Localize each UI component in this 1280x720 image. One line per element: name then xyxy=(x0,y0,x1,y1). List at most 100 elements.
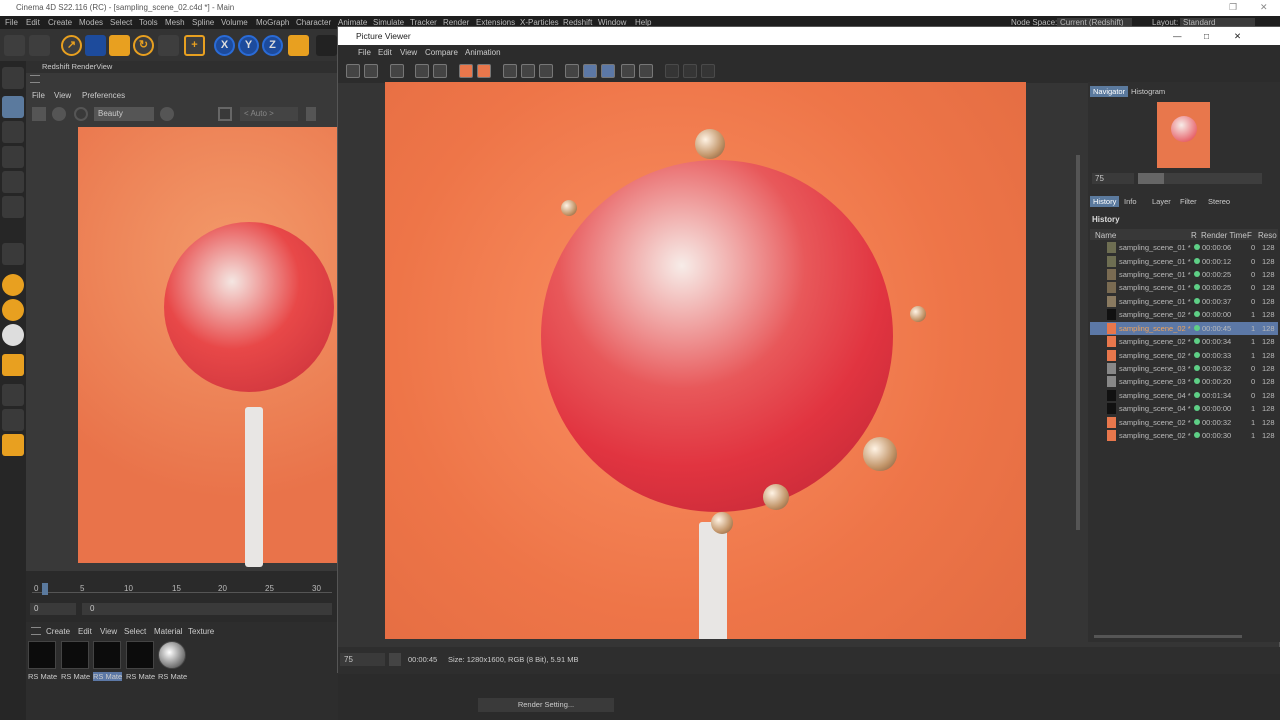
material-swatch[interactable] xyxy=(28,641,56,669)
mesh-mode-icon[interactable] xyxy=(2,96,24,118)
layers-icon[interactable] xyxy=(2,409,24,431)
history-row[interactable]: sampling_scene_02 * 00:00:30 1 128 xyxy=(1090,429,1278,442)
compare-icon[interactable] xyxy=(521,64,535,78)
navigator-zoom-field[interactable]: 75 xyxy=(1092,173,1134,184)
rotate-tool-icon[interactable]: ↻ xyxy=(133,35,154,56)
pv-zoom-dropdown[interactable] xyxy=(389,653,401,666)
pv-close-icon[interactable]: ✕ xyxy=(1234,27,1241,45)
menu-spline[interactable]: Spline xyxy=(192,18,214,27)
menu-mesh[interactable]: Mesh xyxy=(165,18,185,27)
pv-menu-edit[interactable]: Edit xyxy=(378,48,392,57)
user-icon[interactable] xyxy=(433,64,447,78)
history-scrollbar[interactable] xyxy=(1094,635,1242,638)
ab-icon[interactable] xyxy=(565,64,579,78)
menu-select[interactable]: Select xyxy=(110,18,132,27)
rs-refresh-icon[interactable] xyxy=(74,107,88,121)
render-view-icon[interactable] xyxy=(316,35,337,56)
workplane-icon[interactable] xyxy=(2,354,24,376)
mat-menu-material[interactable]: Material xyxy=(154,627,182,636)
timeline-ruler[interactable] xyxy=(32,579,332,593)
history-row[interactable]: sampling_scene_01 * 00:00:37 0 128 xyxy=(1090,295,1278,308)
material-swatch[interactable] xyxy=(61,641,89,669)
a-marker-icon[interactable] xyxy=(621,64,635,78)
snap-s1-icon[interactable] xyxy=(2,274,24,296)
undo-icon[interactable] xyxy=(4,35,25,56)
sculpt-icon[interactable] xyxy=(2,434,24,456)
rs-play-icon[interactable] xyxy=(52,107,66,121)
rs-crop-icon[interactable] xyxy=(218,107,232,121)
menu-tools[interactable]: Tools xyxy=(139,18,158,27)
menu-file[interactable]: File xyxy=(5,18,18,27)
edges-mode-icon[interactable] xyxy=(2,171,24,193)
history-row[interactable]: sampling_scene_04 * 00:00:00 1 128 xyxy=(1090,402,1278,415)
auto-select[interactable]: < Auto > xyxy=(240,107,298,121)
mat-menu-select[interactable]: Select xyxy=(124,627,146,636)
redo-icon[interactable] xyxy=(29,35,50,56)
mat-menu-edit[interactable]: Edit xyxy=(78,627,92,636)
mat-menu-create[interactable]: Create xyxy=(46,627,70,636)
y-axis-button[interactable]: Y xyxy=(238,35,259,56)
render-settings-button[interactable]: Render Setting... xyxy=(478,698,614,712)
save-icon[interactable] xyxy=(364,64,378,78)
col-render-time[interactable]: Render Time xyxy=(1201,231,1247,240)
mat-menu-view[interactable]: View xyxy=(100,627,117,636)
tab-navigator[interactable]: Navigator xyxy=(1090,86,1129,97)
model-mode-icon[interactable] xyxy=(2,67,24,89)
history-row-selected[interactable]: sampling_scene_02 * 00:00:45 1 128 xyxy=(1090,322,1278,335)
aov-select[interactable]: Beauty xyxy=(94,107,154,121)
z-axis-button[interactable]: Z xyxy=(262,35,283,56)
history-row[interactable]: sampling_scene_02 * 00:00:33 1 128 xyxy=(1090,349,1278,362)
add-tool-icon[interactable]: + xyxy=(184,35,205,56)
grid-icon[interactable] xyxy=(2,384,24,406)
history-row[interactable]: sampling_scene_01 * 00:00:25 0 128 xyxy=(1090,281,1278,294)
rs-menu-file[interactable]: File xyxy=(32,91,45,100)
col-r[interactable]: R xyxy=(1191,231,1197,240)
menu-mograph[interactable]: MoGraph xyxy=(256,18,289,27)
tab-layer[interactable]: Layer xyxy=(1149,196,1174,207)
image-scrollbar[interactable] xyxy=(1076,155,1080,530)
scale-tool-icon[interactable] xyxy=(109,35,130,56)
b-marker-icon[interactable] xyxy=(639,64,653,78)
history-row[interactable]: sampling_scene_02 * 00:00:32 1 128 xyxy=(1090,416,1278,429)
minimize-icon[interactable]: — xyxy=(1173,27,1182,45)
snap-s2-icon[interactable] xyxy=(2,299,24,321)
col-resolution[interactable]: Reso xyxy=(1258,231,1277,240)
history-row[interactable]: sampling_scene_02 * 00:00:34 1 128 xyxy=(1090,335,1278,348)
rs-render-icon[interactable] xyxy=(32,107,46,121)
history-row[interactable]: sampling_scene_01 * 00:00:12 0 128 xyxy=(1090,255,1278,268)
region-icon[interactable] xyxy=(503,64,517,78)
rs-lock-icon[interactable] xyxy=(306,107,316,121)
tab-info[interactable]: Info xyxy=(1121,196,1140,207)
axis-mode-icon[interactable] xyxy=(2,243,24,265)
mat-menu-texture[interactable]: Texture xyxy=(188,627,214,636)
panel-menu-icon[interactable] xyxy=(30,75,40,83)
playhead[interactable] xyxy=(42,583,48,595)
rs-menu-preferences[interactable]: Preferences xyxy=(82,91,125,100)
start-frame-field[interactable]: 0 xyxy=(30,603,76,615)
history-row[interactable]: sampling_scene_03 * 00:00:20 0 128 xyxy=(1090,375,1278,388)
col-f[interactable]: F xyxy=(1247,231,1252,240)
snapshot-icon[interactable] xyxy=(539,64,553,78)
rs-menu-view[interactable]: View xyxy=(54,91,71,100)
pv-menu-view[interactable]: View xyxy=(400,48,417,57)
pv-menu-compare[interactable]: Compare xyxy=(425,48,458,57)
pv-menu-animation[interactable]: Animation xyxy=(465,48,501,57)
material-swatch-sphere[interactable] xyxy=(158,641,186,669)
move-tool-icon[interactable] xyxy=(85,35,106,56)
menu-modes[interactable]: Modes xyxy=(79,18,103,27)
menu-volume[interactable]: Volume xyxy=(221,18,248,27)
history-row[interactable]: sampling_scene_02 * 00:00:00 1 128 xyxy=(1090,308,1278,321)
tab-filter[interactable]: Filter xyxy=(1177,196,1200,207)
frame-start-icon[interactable] xyxy=(665,64,679,78)
recent-tool-icon[interactable] xyxy=(158,35,179,56)
navigator-thumbnail[interactable] xyxy=(1157,102,1210,168)
coordinate-icon[interactable] xyxy=(288,35,309,56)
history-row[interactable]: sampling_scene_03 * 00:00:32 0 128 xyxy=(1090,362,1278,375)
points-mode-icon[interactable] xyxy=(2,146,24,168)
restore-icon[interactable]: ❐ xyxy=(1229,2,1237,13)
pick-icon[interactable] xyxy=(415,64,429,78)
channel-b-icon[interactable] xyxy=(477,64,491,78)
tab-histogram[interactable]: Histogram xyxy=(1128,86,1168,97)
tab-stereo[interactable]: Stereo xyxy=(1205,196,1233,207)
snap-s3-icon[interactable] xyxy=(2,324,24,346)
